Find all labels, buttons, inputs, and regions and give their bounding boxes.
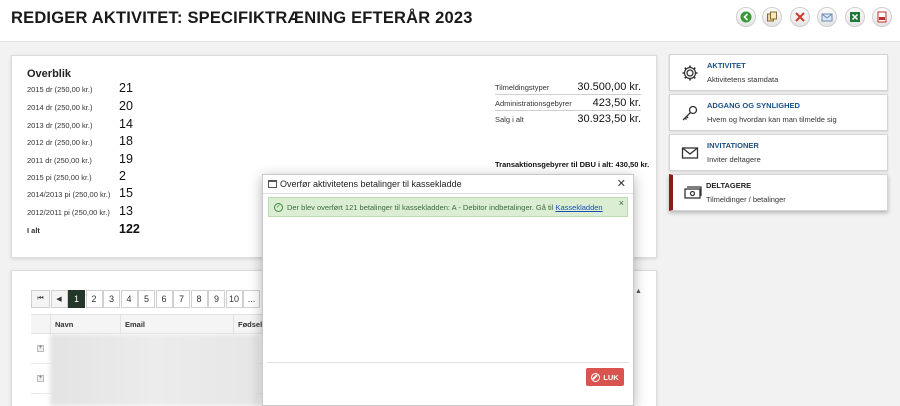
delete-button[interactable] bbox=[790, 7, 810, 27]
pdf-export-button[interactable] bbox=[872, 7, 892, 27]
key-icon bbox=[682, 105, 698, 121]
ban-icon bbox=[591, 372, 601, 382]
copy-button[interactable] bbox=[762, 7, 782, 27]
sidebar-item-invitationer[interactable]: INVITATIONER Inviter deltagere bbox=[669, 134, 888, 171]
first-page-button[interactable]: ⏮ bbox=[31, 290, 50, 308]
sort-arrow-icon[interactable]: ▲ bbox=[635, 288, 642, 295]
sidebar-item-adgang[interactable]: ADGANG OG SYNLIGHED Hvem og hvordan kan … bbox=[669, 94, 888, 131]
transaction-fee-note: Transaktionsgebyrer til DBU i alt: 430,5… bbox=[495, 160, 650, 169]
page-5[interactable]: 5 bbox=[138, 290, 155, 308]
column-header-foedsel[interactable]: Fødsel bbox=[238, 320, 262, 329]
page-more[interactable]: ... bbox=[243, 290, 260, 308]
expand-row-icon[interactable]: + bbox=[37, 345, 44, 352]
transfer-payments-dialog: Overfør aktivitetens betalinger til kass… bbox=[262, 174, 634, 406]
page-title: REDIGER AKTIVITET: SPECIFIKTRÆNING EFTER… bbox=[11, 9, 473, 27]
overview-title: Overblik bbox=[27, 68, 72, 80]
alert-message: Der blev overført 121 betalinger til kas… bbox=[287, 203, 603, 212]
luk-button[interactable]: LUK bbox=[586, 368, 624, 386]
column-header-navn[interactable]: Navn bbox=[55, 320, 73, 329]
expand-row-icon[interactable]: + bbox=[37, 375, 44, 382]
prev-page-button[interactable]: ◀ bbox=[50, 290, 68, 308]
page-2[interactable]: 2 bbox=[85, 290, 103, 308]
financial-row: Tilmeldingstyper 30.500,00 kr. bbox=[495, 81, 641, 95]
pdf-icon bbox=[877, 11, 887, 23]
alert-close-icon[interactable]: × bbox=[619, 198, 624, 208]
copy-icon bbox=[767, 11, 777, 22]
page-7[interactable]: 7 bbox=[173, 290, 190, 308]
dialog-header: Overfør aktivitetens betalinger til kass… bbox=[263, 175, 633, 194]
delete-x-icon bbox=[795, 12, 805, 22]
excel-icon bbox=[850, 12, 860, 22]
pager: ⏮ ◀ 1 2 3 4 5 6 7 8 9 10 ... bbox=[31, 290, 261, 308]
sidebar-item-deltagere[interactable]: DELTAGERE Tilmeldinger / betalinger bbox=[669, 174, 888, 211]
back-arrow-icon bbox=[740, 11, 752, 23]
redacted-names bbox=[50, 334, 260, 406]
back-button[interactable] bbox=[736, 7, 756, 27]
dialog-close-icon[interactable]: ✕ bbox=[617, 177, 626, 190]
page-3[interactable]: 3 bbox=[103, 290, 120, 308]
page-9[interactable]: 9 bbox=[208, 290, 225, 308]
page-10[interactable]: 10 bbox=[225, 290, 243, 308]
financial-row: Administrationsgebyrer 423,50 kr. bbox=[495, 97, 641, 111]
column-header-email[interactable]: Email bbox=[125, 320, 145, 329]
envelope-icon bbox=[681, 147, 699, 159]
kassekladden-link[interactable]: Kassekladden bbox=[555, 203, 602, 212]
dialog-footer-divider bbox=[267, 362, 629, 363]
page-1[interactable]: 1 bbox=[68, 290, 85, 308]
email-button[interactable] bbox=[817, 7, 837, 27]
page-4[interactable]: 4 bbox=[120, 290, 138, 308]
page-8[interactable]: 8 bbox=[190, 290, 208, 308]
top-bar: REDIGER AKTIVITET: SPECIFIKTRÆNING EFTER… bbox=[0, 0, 900, 42]
money-icon bbox=[684, 186, 702, 199]
check-circle-icon: ✓ bbox=[274, 203, 283, 212]
gear-icon bbox=[682, 65, 698, 81]
dialog-title: Overfør aktivitetens betalinger til kass… bbox=[280, 179, 462, 189]
success-alert: ✓ Der blev overført 121 betalinger til k… bbox=[268, 197, 628, 217]
excel-export-button[interactable] bbox=[845, 7, 865, 27]
page-6[interactable]: 6 bbox=[155, 290, 173, 308]
financial-total-row: Salg i alt 30.923,50 kr. bbox=[495, 113, 641, 125]
sidebar-item-aktivitet[interactable]: AKTIVITET Aktivitetens stamdata bbox=[669, 54, 888, 91]
window-icon bbox=[268, 180, 277, 188]
email-icon bbox=[821, 13, 833, 22]
